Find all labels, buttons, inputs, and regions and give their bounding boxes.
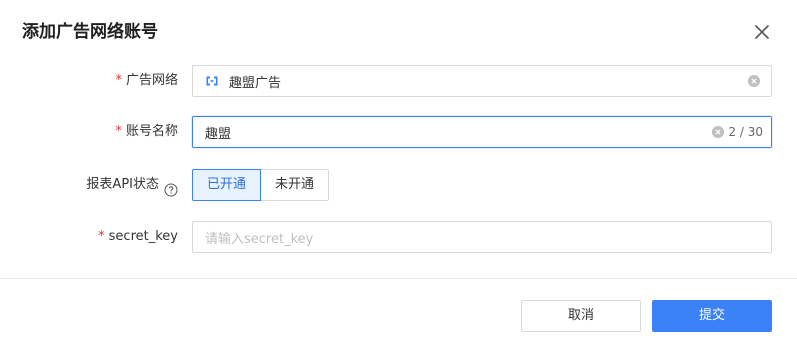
secret-key-row: * secret_key 请输入secret_key: [0, 221, 797, 253]
account-name-input[interactable]: 趣盟 2 / 30: [192, 116, 772, 148]
report-api-option-disabled[interactable]: 未开通: [261, 169, 330, 201]
secret-key-label: * secret_key: [98, 221, 178, 253]
ad-network-row: * 广告网络 趣盟广告: [0, 65, 797, 97]
clear-icon[interactable]: [748, 75, 760, 87]
ad-network-value: 趣盟广告: [229, 75, 282, 91]
question-circle-icon[interactable]: [164, 178, 178, 197]
footer-divider: [0, 278, 797, 279]
account-name-suffix: 2 / 30: [712, 125, 763, 139]
required-mark: *: [115, 73, 122, 88]
report-api-label-text: 报表API状态: [86, 177, 159, 192]
cancel-button[interactable]: 取消: [521, 300, 641, 332]
clear-icon[interactable]: [712, 126, 725, 138]
secret-key-placeholder: 请输入secret_key: [205, 231, 314, 247]
required-mark: *: [115, 124, 122, 139]
report-api-option-enabled[interactable]: 已开通: [192, 169, 262, 201]
report-api-toggle: 已开通 未开通: [192, 169, 330, 201]
report-api-label: 报表API状态: [86, 169, 178, 201]
ad-network-label-text: 广告网络: [125, 73, 178, 88]
account-name-value: 趣盟: [205, 126, 232, 142]
account-name-row: * 账号名称 趣盟 2 / 30: [0, 116, 797, 148]
account-name-label-text: 账号名称: [125, 124, 178, 139]
ad-network-select[interactable]: 趣盟广告: [192, 65, 772, 97]
secret-key-label-text: secret_key: [108, 229, 178, 244]
ad-network-label: * 广告网络: [115, 65, 178, 97]
secret-key-input[interactable]: 请输入secret_key: [192, 221, 772, 253]
character-counter: 2 / 30: [728, 125, 763, 139]
dialog-header: 添加广告网络账号: [0, 0, 797, 62]
account-name-label: * 账号名称: [115, 116, 178, 148]
required-mark: *: [98, 229, 105, 244]
submit-button[interactable]: 提交: [652, 300, 772, 332]
add-ad-network-account-dialog: 添加广告网络账号 * 广告网络 趣盟广告 * 账号名称 趣盟 2 / 30 报表…: [0, 0, 797, 352]
report-api-row: 报表API状态 已开通 未开通: [0, 169, 797, 201]
network-logo-icon: [205, 74, 219, 88]
dialog-title: 添加广告网络账号: [22, 22, 158, 42]
close-icon[interactable]: [752, 22, 772, 42]
